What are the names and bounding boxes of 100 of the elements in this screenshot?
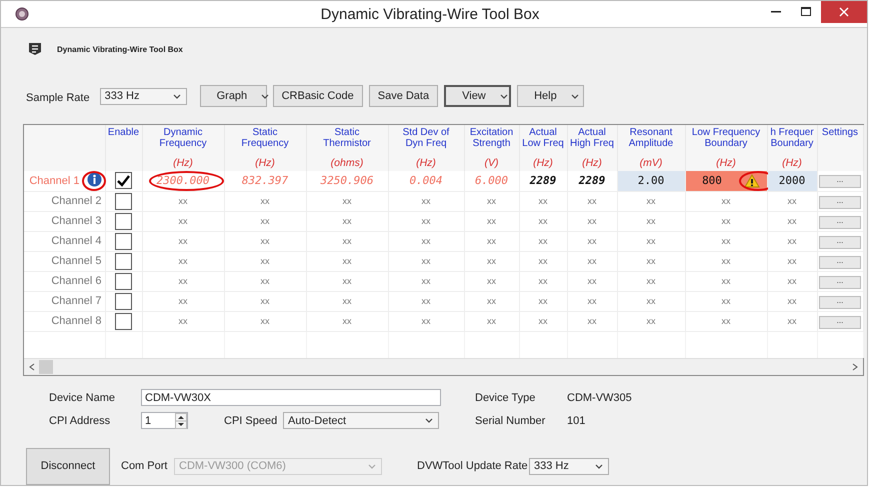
column-header: Actual Low Freq	[521, 127, 565, 149]
table-cell: 2.00	[617, 171, 685, 191]
table-cell: xx	[224, 311, 306, 331]
toolbar-button[interactable]: Save Data	[368, 85, 438, 107]
enable-checkbox[interactable]	[115, 212, 132, 230]
table-cell: xx	[519, 291, 567, 311]
scrollbar-thumb[interactable]	[39, 360, 53, 374]
table-cell: xx	[617, 271, 685, 291]
settings-button[interactable]: ...	[819, 296, 861, 308]
caret-icon	[500, 92, 508, 100]
field-value: CDM-VW305	[567, 392, 632, 404]
table-cell: xx	[306, 191, 388, 211]
unit-label: (Hz)	[415, 157, 437, 169]
column-header: Excitation Strength	[468, 127, 514, 149]
table-cell: xx	[567, 311, 617, 331]
settings-button[interactable]: ...	[819, 276, 861, 288]
field-label: Serial Number	[475, 414, 546, 426]
table-cell: xx	[388, 191, 464, 211]
settings-button[interactable]: ...	[819, 256, 861, 268]
table-cell: xx	[617, 211, 685, 231]
enable-checkbox[interactable]	[115, 252, 132, 270]
settings-button[interactable]: ...	[819, 196, 861, 208]
column-header: Enable	[106, 127, 140, 138]
menu-button[interactable]: Help	[517, 85, 584, 107]
enable-checkbox[interactable]	[115, 172, 132, 190]
disconnect-button[interactable]: Disconnect	[26, 448, 110, 484]
settings-button[interactable]: ...	[819, 216, 861, 228]
table-cell: xx	[767, 291, 817, 311]
unit-label: (Hz)	[254, 157, 276, 169]
column-header: h Frequer Boundary	[769, 127, 815, 149]
field-value: 101	[567, 414, 586, 426]
table-cell: xx	[464, 231, 519, 251]
table-cell: xx	[388, 211, 464, 231]
table-cell: xx	[388, 291, 464, 311]
settings-button[interactable]: ...	[819, 316, 861, 328]
update-rate-dropdown[interactable]: 333 Hz	[529, 458, 609, 474]
unit-label: (ohms)	[330, 157, 364, 169]
table-cell: xx	[388, 311, 464, 331]
info-icon[interactable]	[86, 172, 102, 188]
logo-icon	[27, 42, 43, 56]
channel-label: Channel 1	[29, 174, 80, 187]
table-cell: 3250.906	[306, 171, 388, 191]
settings-button[interactable]: ...	[819, 175, 861, 188]
checkmark-icon	[117, 174, 130, 187]
table-cell: 832.397	[224, 171, 306, 191]
table-cell: xx	[519, 231, 567, 251]
cpi-speed-dropdown[interactable]: Auto-Detect	[283, 412, 439, 429]
menu-button[interactable]: Graph	[200, 85, 267, 107]
column-header: Static Frequency	[240, 127, 290, 149]
table-cell: xx	[306, 251, 388, 271]
sample-rate-dropdown[interactable]: 333 Hz	[100, 88, 187, 104]
scroll-left-icon[interactable]	[29, 363, 35, 371]
menu-button[interactable]: View	[444, 85, 512, 107]
close-button[interactable]	[821, 1, 867, 23]
unit-label: (Hz)	[172, 157, 194, 169]
caret-icon	[425, 417, 433, 424]
table-cell: xx	[464, 311, 519, 331]
spinner-arrows-icon[interactable]	[175, 412, 187, 428]
table-cell: xx	[617, 311, 685, 331]
table-cell: xx	[685, 311, 767, 331]
table-cell: xx	[767, 191, 817, 211]
table-cell: xx	[224, 291, 306, 311]
close-icon	[839, 7, 849, 17]
caret-icon	[595, 462, 603, 470]
settings-button[interactable]: ...	[819, 236, 861, 248]
channel-label: Channel 7	[51, 295, 102, 307]
table-cell: xx	[142, 191, 224, 211]
table-cell: xx	[685, 271, 767, 291]
enable-checkbox[interactable]	[115, 292, 132, 310]
toolbar-button[interactable]: CRBasic Code	[272, 85, 363, 107]
table-cell: xx	[519, 191, 567, 211]
cpi-address-spinner[interactable]: 1	[141, 412, 188, 429]
enable-checkbox[interactable]	[115, 232, 132, 250]
maximize-icon	[801, 7, 811, 17]
field-label: Device Name	[49, 392, 116, 404]
sample-rate-label: Sample Rate	[26, 92, 90, 104]
enable-checkbox[interactable]	[115, 312, 132, 330]
table-cell: xx	[519, 271, 567, 291]
enable-checkbox[interactable]	[115, 192, 132, 210]
table-cell: xx	[567, 191, 617, 211]
unit-label: (Hz)	[715, 157, 737, 169]
unit-label: (Hz)	[781, 157, 803, 169]
table-cell: 2000	[767, 171, 817, 191]
field-label: Device Type	[475, 392, 536, 404]
table-cell: xx	[685, 251, 767, 271]
device-name-field[interactable]: CDM-VW30X	[141, 389, 441, 406]
table-cell: xx	[224, 211, 306, 231]
table-cell: xx	[306, 231, 388, 251]
table-cell: xx	[567, 271, 617, 291]
caret-icon	[261, 92, 270, 100]
table-cell: xx	[567, 231, 617, 251]
scroll-right-icon[interactable]	[852, 363, 858, 371]
horizontal-scrollbar[interactable]	[24, 358, 863, 375]
enable-checkbox[interactable]	[115, 272, 132, 290]
field-label: DVWTool Update Rate	[417, 460, 529, 472]
caret-icon	[570, 92, 579, 100]
table-cell: xx	[224, 191, 306, 211]
field-label: Com Port	[121, 460, 168, 472]
channel-label: Channel 2	[51, 195, 102, 207]
table-cell: xx	[767, 231, 817, 251]
